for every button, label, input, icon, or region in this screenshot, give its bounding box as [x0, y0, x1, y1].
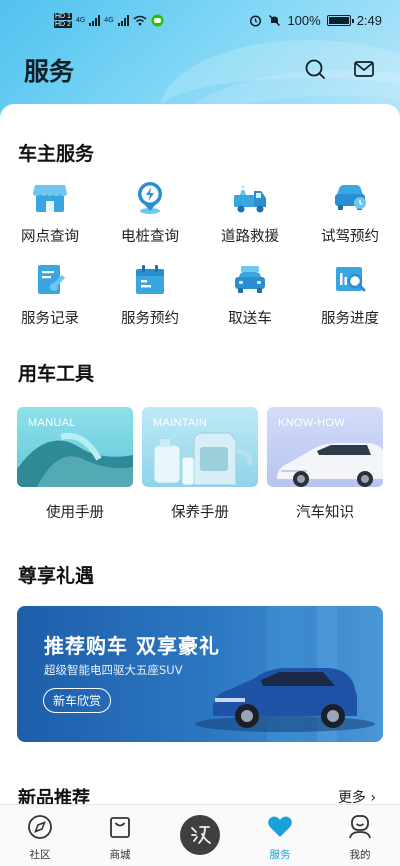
service-progress[interactable]: 服务进度 — [300, 263, 400, 328]
service-charging-lookup[interactable]: 电桩查询 — [100, 181, 200, 246]
banner-subtitle: 超级智能电四驱大五座SUV — [44, 663, 183, 677]
service-records[interactable]: 服务记录 — [0, 263, 100, 328]
wifi-icon — [133, 15, 147, 26]
tool-label-manual[interactable]: 使用手册 — [17, 501, 133, 522]
store-icon — [33, 185, 67, 212]
network-label-2: 4G — [104, 17, 114, 24]
service-appointment[interactable]: 服务预约 — [100, 263, 200, 328]
progress-search-icon — [336, 267, 366, 292]
owner-services-title: 车主服务 — [18, 143, 95, 165]
tow-truck-icon — [234, 185, 266, 213]
compass-icon — [28, 815, 52, 839]
shopping-bag-icon — [110, 817, 130, 838]
service-label: 道路救援 — [221, 229, 279, 245]
hd-icon: HD 1 HD 2 — [54, 13, 72, 28]
tool-card-eng: KNOW-HOW — [278, 417, 345, 429]
profile-icon — [349, 815, 371, 839]
tool-card-eng: MANUAL — [28, 417, 76, 429]
service-label: 网点查询 — [21, 229, 79, 245]
alarm-icon — [250, 15, 262, 27]
service-label: 试驾预约 — [321, 229, 379, 245]
status-bar: HD 1 HD 2 4G 4G 100% 2:49 — [0, 10, 400, 36]
test-drive-car-icon — [335, 185, 366, 210]
tab-label: 商城 — [109, 849, 131, 861]
promo-banner[interactable]: 推荐购车 双享豪礼 超级智能电四驱大五座SUV 新车欣赏 — [17, 606, 383, 742]
calendar-icon — [136, 265, 164, 294]
tool-label-knowhow[interactable]: 汽车知识 — [267, 501, 383, 522]
battery-icon — [326, 15, 354, 26]
tab-mall[interactable]: 商城 — [90, 813, 150, 862]
mail-icon[interactable] — [353, 58, 375, 80]
service-label: 服务记录 — [21, 311, 79, 327]
tool-label-maintain[interactable]: 保养手册 — [142, 501, 258, 522]
service-pickup-delivery[interactable]: 取送车 — [200, 263, 300, 328]
status-left: HD 1 HD 2 4G 4G — [54, 13, 164, 28]
signal-icon-2 — [117, 15, 129, 26]
pickup-car-icon — [235, 266, 265, 293]
service-label: 服务预约 — [121, 311, 179, 327]
signal-icon — [89, 15, 101, 26]
perks-title: 尊享礼遇 — [18, 565, 95, 587]
tool-card-eng: MAINTAIN — [153, 417, 208, 429]
search-icon[interactable] — [304, 58, 326, 80]
service-label: 电桩查询 — [121, 229, 179, 245]
clock-time: 2:49 — [356, 13, 382, 28]
tool-card-maintain[interactable]: MAINTAIN — [142, 407, 258, 487]
tab-label: 社区 — [29, 849, 51, 861]
page-title: 服务 — [24, 57, 75, 86]
car-tools-title: 用车工具 — [18, 363, 95, 385]
tool-card-knowhow[interactable]: KNOW-HOW — [267, 407, 383, 487]
battery-percent: 100% — [287, 13, 321, 28]
service-road-rescue[interactable]: 道路救援 — [200, 181, 300, 246]
service-test-drive[interactable]: 试驾预约 — [300, 181, 400, 246]
service-label: 取送车 — [228, 311, 272, 327]
tab-service[interactable]: 服务 — [250, 813, 310, 862]
tab-profile[interactable]: 我的 — [330, 813, 390, 862]
banner-button[interactable]: 新车欣赏 — [43, 688, 112, 713]
charging-pin-icon — [138, 182, 162, 214]
wechat-icon — [151, 14, 164, 27]
network-label-1: 4G — [75, 17, 86, 24]
brand-logo-icon — [191, 826, 211, 844]
service-store-lookup[interactable]: 网点查询 — [0, 181, 100, 246]
heart-icon — [268, 816, 292, 837]
mute-icon — [269, 15, 281, 26]
status-right: 100% 2:49 — [249, 13, 382, 28]
service-record-icon — [38, 265, 65, 294]
tool-card-manual[interactable]: MANUAL — [17, 407, 133, 487]
tab-label: 我的 — [349, 849, 371, 861]
banner-title: 推荐购车 双享豪礼 — [44, 634, 220, 658]
brand-center-button[interactable] — [180, 815, 220, 855]
tab-label: 服务 — [269, 849, 291, 861]
service-label: 服务进度 — [321, 311, 379, 327]
tab-community[interactable]: 社区 — [10, 813, 70, 862]
